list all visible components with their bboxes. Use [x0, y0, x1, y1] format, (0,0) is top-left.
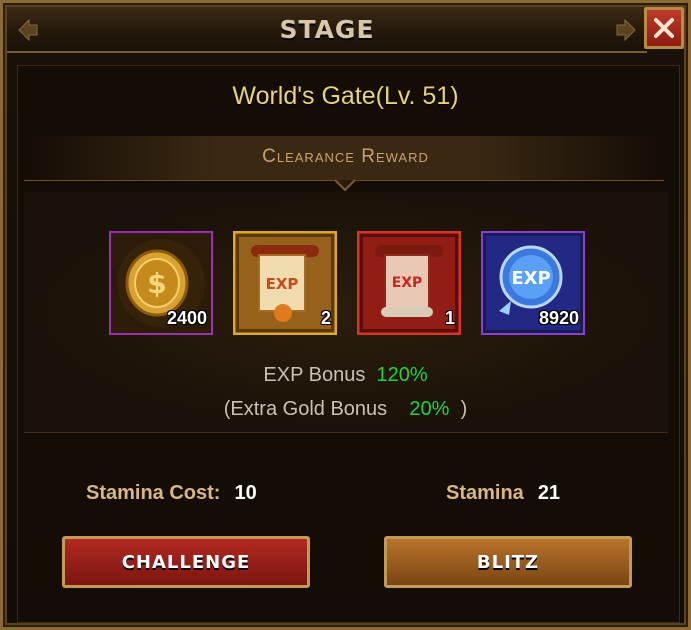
- stamina-cost-value: 10: [234, 482, 257, 504]
- svg-text:EXP: EXP: [511, 268, 550, 289]
- gold-bonus-close: ): [460, 398, 468, 420]
- right-ornament-icon: [616, 18, 636, 42]
- clearance-reward-title: Clearance Reward: [262, 146, 429, 167]
- svg-text:$: $: [147, 267, 166, 300]
- down-arrow-icon: [334, 179, 356, 192]
- item-count: 2: [320, 308, 331, 328]
- exp-bonus-value: 120%: [376, 364, 428, 386]
- dialog-title: STAGE: [279, 14, 375, 44]
- item-count: 1: [444, 308, 455, 328]
- reward-item-exp-scroll-red[interactable]: EXP 1: [357, 231, 461, 335]
- stamina-cost: Stamina Cost: 10: [86, 482, 257, 505]
- svg-text:EXP: EXP: [266, 275, 299, 293]
- challenge-button[interactable]: CHALLENGE: [62, 536, 310, 588]
- reward-item-exp-orb[interactable]: EXP 8920: [481, 231, 585, 335]
- divider: [24, 432, 668, 433]
- gold-bonus-value: 20%: [409, 398, 450, 420]
- item-count: 8920: [538, 308, 579, 328]
- close-button[interactable]: [644, 7, 684, 49]
- svg-text:EXP: EXP: [392, 275, 423, 291]
- stage-name: World's Gate(Lv. 51): [232, 82, 459, 110]
- title-bar: STAGE: [7, 7, 647, 53]
- gold-bonus-label: (Extra Gold Bonus: [223, 398, 388, 420]
- close-icon: [654, 18, 674, 38]
- stamina: Stamina 21: [446, 482, 560, 505]
- exp-bonus-label: EXP Bonus: [263, 364, 366, 386]
- stamina-cost-label: Stamina Cost:: [86, 482, 221, 504]
- blitz-button[interactable]: BLITZ: [384, 536, 632, 588]
- exp-bonus-line: EXP Bonus 120%: [0, 364, 691, 387]
- stamina-label: Stamina: [446, 482, 524, 504]
- left-ornament-icon: [18, 18, 38, 42]
- stamina-value: 21: [537, 482, 561, 504]
- item-count: 2400: [166, 308, 207, 328]
- reward-item-exp-scroll-gold[interactable]: EXP 2: [233, 231, 337, 335]
- reward-item-gold[interactable]: $ 2400: [109, 231, 213, 335]
- gold-bonus-line: (Extra Gold Bonus 20% ): [0, 398, 691, 421]
